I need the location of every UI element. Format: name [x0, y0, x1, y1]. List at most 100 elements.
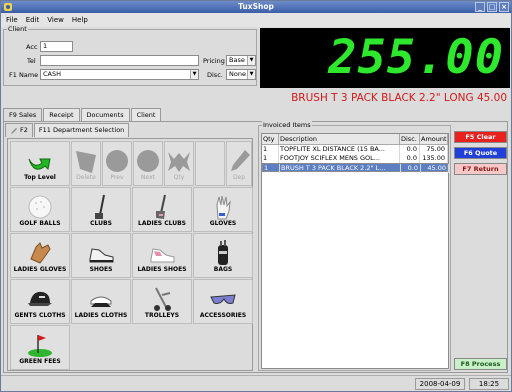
tel-label: Tel: [27, 57, 36, 65]
status-date: 2008-04-09: [415, 378, 465, 390]
next-button[interactable]: Next: [133, 141, 163, 186]
green-flag-icon: [28, 335, 52, 357]
green-arrow-icon: [28, 158, 51, 171]
dep-icon: [231, 150, 250, 171]
col-description[interactable]: Description: [279, 134, 400, 145]
status-time: 18:25: [469, 378, 509, 390]
acc-label: Acc: [26, 43, 38, 51]
visor-icon: [90, 296, 112, 307]
last-item-line: BRUSH T 3 PACK BLACK 2.2" LONG 45.00: [291, 92, 507, 104]
dept-golf-balls[interactable]: GOLF BALLS: [10, 187, 70, 232]
qty-button[interactable]: Qty: [164, 141, 194, 186]
dept-label: BAGS: [213, 266, 233, 273]
qty-icon: [168, 152, 190, 172]
minimize-button[interactable]: _: [475, 2, 485, 12]
tab-receipt[interactable]: Receipt: [43, 108, 80, 121]
dept-shoes[interactable]: SHOES: [71, 233, 131, 278]
invoiced-legend: Invoiced Items: [262, 121, 312, 129]
prev-button[interactable]: Prev: [102, 141, 132, 186]
client-panel: Client Acc 1 Tel Pricing Base ▼ F1 Name C…: [3, 25, 257, 86]
maximize-button[interactable]: □: [487, 2, 497, 12]
dept-ladies-clubs[interactable]: LADIES CLUBS: [132, 187, 192, 232]
name-value: CASH: [43, 70, 61, 78]
dept-ladies-gloves[interactable]: LADIES GLOVES: [10, 233, 70, 278]
prev-icon: [106, 150, 128, 172]
menu-view[interactable]: View: [47, 16, 64, 24]
dept-label: CLUBS: [90, 220, 112, 227]
dept-label: SHOES: [89, 266, 113, 273]
name-select[interactable]: CASH ▼: [40, 69, 199, 80]
client-legend: Client: [7, 25, 28, 33]
quote-button[interactable]: F6 Quote: [454, 147, 507, 159]
tab-f2[interactable]: F2: [5, 123, 33, 137]
dept-trolleys[interactable]: TROLLEYS: [132, 279, 192, 324]
status-bar: 2008-04-09 18:25: [1, 375, 511, 391]
table-row[interactable]: 1 FOOTJOY SCIFLEX MENS GOL... 0.0 135.00: [262, 154, 448, 163]
tel-input[interactable]: [40, 55, 199, 66]
dept-gloves[interactable]: GLOVES: [193, 187, 253, 232]
acc-input[interactable]: 1: [40, 41, 73, 52]
golf-ball-icon: [28, 195, 52, 219]
disc-select[interactable]: None ▼: [226, 69, 256, 80]
pricing-select[interactable]: Base ▼: [226, 55, 256, 66]
dept-ladies-cloths[interactable]: LADIES CLOTHS: [71, 279, 131, 324]
row-disc: 0.0: [400, 145, 420, 154]
title-bar: TuxShop _ □ ×: [1, 1, 511, 13]
trolley-icon: [154, 287, 171, 311]
top-level-button[interactable]: Top Level: [10, 141, 70, 186]
process-button[interactable]: F8 Process: [454, 358, 507, 370]
tab-documents[interactable]: Documents: [80, 108, 130, 121]
department-grid: Top Level Delete Prev Next Qty Dep GOLF …: [7, 138, 253, 371]
prev-label: Prev: [110, 174, 124, 181]
menu-edit[interactable]: Edit: [26, 16, 40, 24]
dept-accessories[interactable]: ACCESSORIES: [193, 279, 253, 324]
close-button[interactable]: ×: [499, 2, 509, 12]
blank-button[interactable]: [195, 141, 225, 186]
app-window: TuxShop _ □ × File Edit View Help Client…: [0, 0, 512, 392]
row-amount: 75.00: [420, 145, 448, 154]
invoiced-table: Qty Description Disc. Amount 1 TOPFLITE …: [261, 133, 449, 369]
dept-ladies-shoes[interactable]: LADIES SHOES: [132, 233, 192, 278]
row-description: BRUSH T 3 PACK BLACK 2.2" L...: [280, 164, 401, 173]
table-row[interactable]: 1 TOPFLITE XL DISTANCE (15 BA... 0.0 75.…: [262, 145, 448, 154]
delete-icon: [76, 151, 96, 173]
col-disc[interactable]: Disc.: [400, 134, 420, 145]
dept-bags[interactable]: BAGS: [193, 233, 253, 278]
sunglasses-icon: [210, 294, 236, 304]
col-qty[interactable]: Qty: [262, 134, 279, 145]
tab-sales[interactable]: F9 Sales: [3, 108, 43, 122]
next-icon: [137, 150, 159, 172]
chevron-down-icon: ▼: [247, 56, 255, 65]
dep-button[interactable]: Dep: [226, 141, 252, 186]
app-icon: [4, 3, 12, 11]
disc-label: Disc.: [207, 71, 223, 79]
menu-help[interactable]: Help: [72, 16, 88, 24]
table-row-selected[interactable]: 1 BRUSH T 3 PACK BLACK 2.2" L... 0.0 45.…: [262, 163, 449, 173]
chevron-down-icon: ▼: [247, 70, 255, 79]
menu-file[interactable]: File: [6, 16, 18, 24]
return-button[interactable]: F7 Return: [454, 163, 507, 175]
dept-clubs[interactable]: CLUBS: [71, 187, 131, 232]
pricing-label: Pricing: [203, 57, 225, 65]
dept-green-fees[interactable]: GREEN FEES: [10, 325, 70, 370]
menu-bar: File Edit View Help: [1, 13, 511, 27]
name-label: F1 Name: [9, 71, 39, 79]
dept-label: ACCESSORIES: [199, 312, 247, 319]
golf-bag-icon: [218, 240, 228, 265]
dept-label: GREEN FEES: [19, 358, 61, 365]
clear-button[interactable]: F5 Clear: [454, 131, 507, 143]
disc-value: None: [229, 70, 246, 78]
qty-label: Qty: [173, 174, 185, 181]
tab-department-selection[interactable]: F11 Department Selection: [33, 123, 130, 137]
dept-gents-cloths[interactable]: GENTS CLOTHS: [10, 279, 70, 324]
delete-label: Delete: [76, 174, 96, 181]
main-tabs: F9 Sales Receipt Documents Client: [3, 108, 162, 122]
col-amount[interactable]: Amount: [420, 134, 448, 145]
chevron-down-icon: ▼: [190, 70, 198, 79]
tab-client[interactable]: Client: [130, 108, 162, 121]
delete-button[interactable]: Delete: [71, 141, 101, 186]
dept-label: LADIES CLUBS: [138, 220, 186, 227]
sub-tabs: F2 F11 Department Selection: [5, 123, 130, 137]
dept-label: TROLLEYS: [144, 312, 180, 319]
row-amount: 135.00: [420, 154, 448, 163]
